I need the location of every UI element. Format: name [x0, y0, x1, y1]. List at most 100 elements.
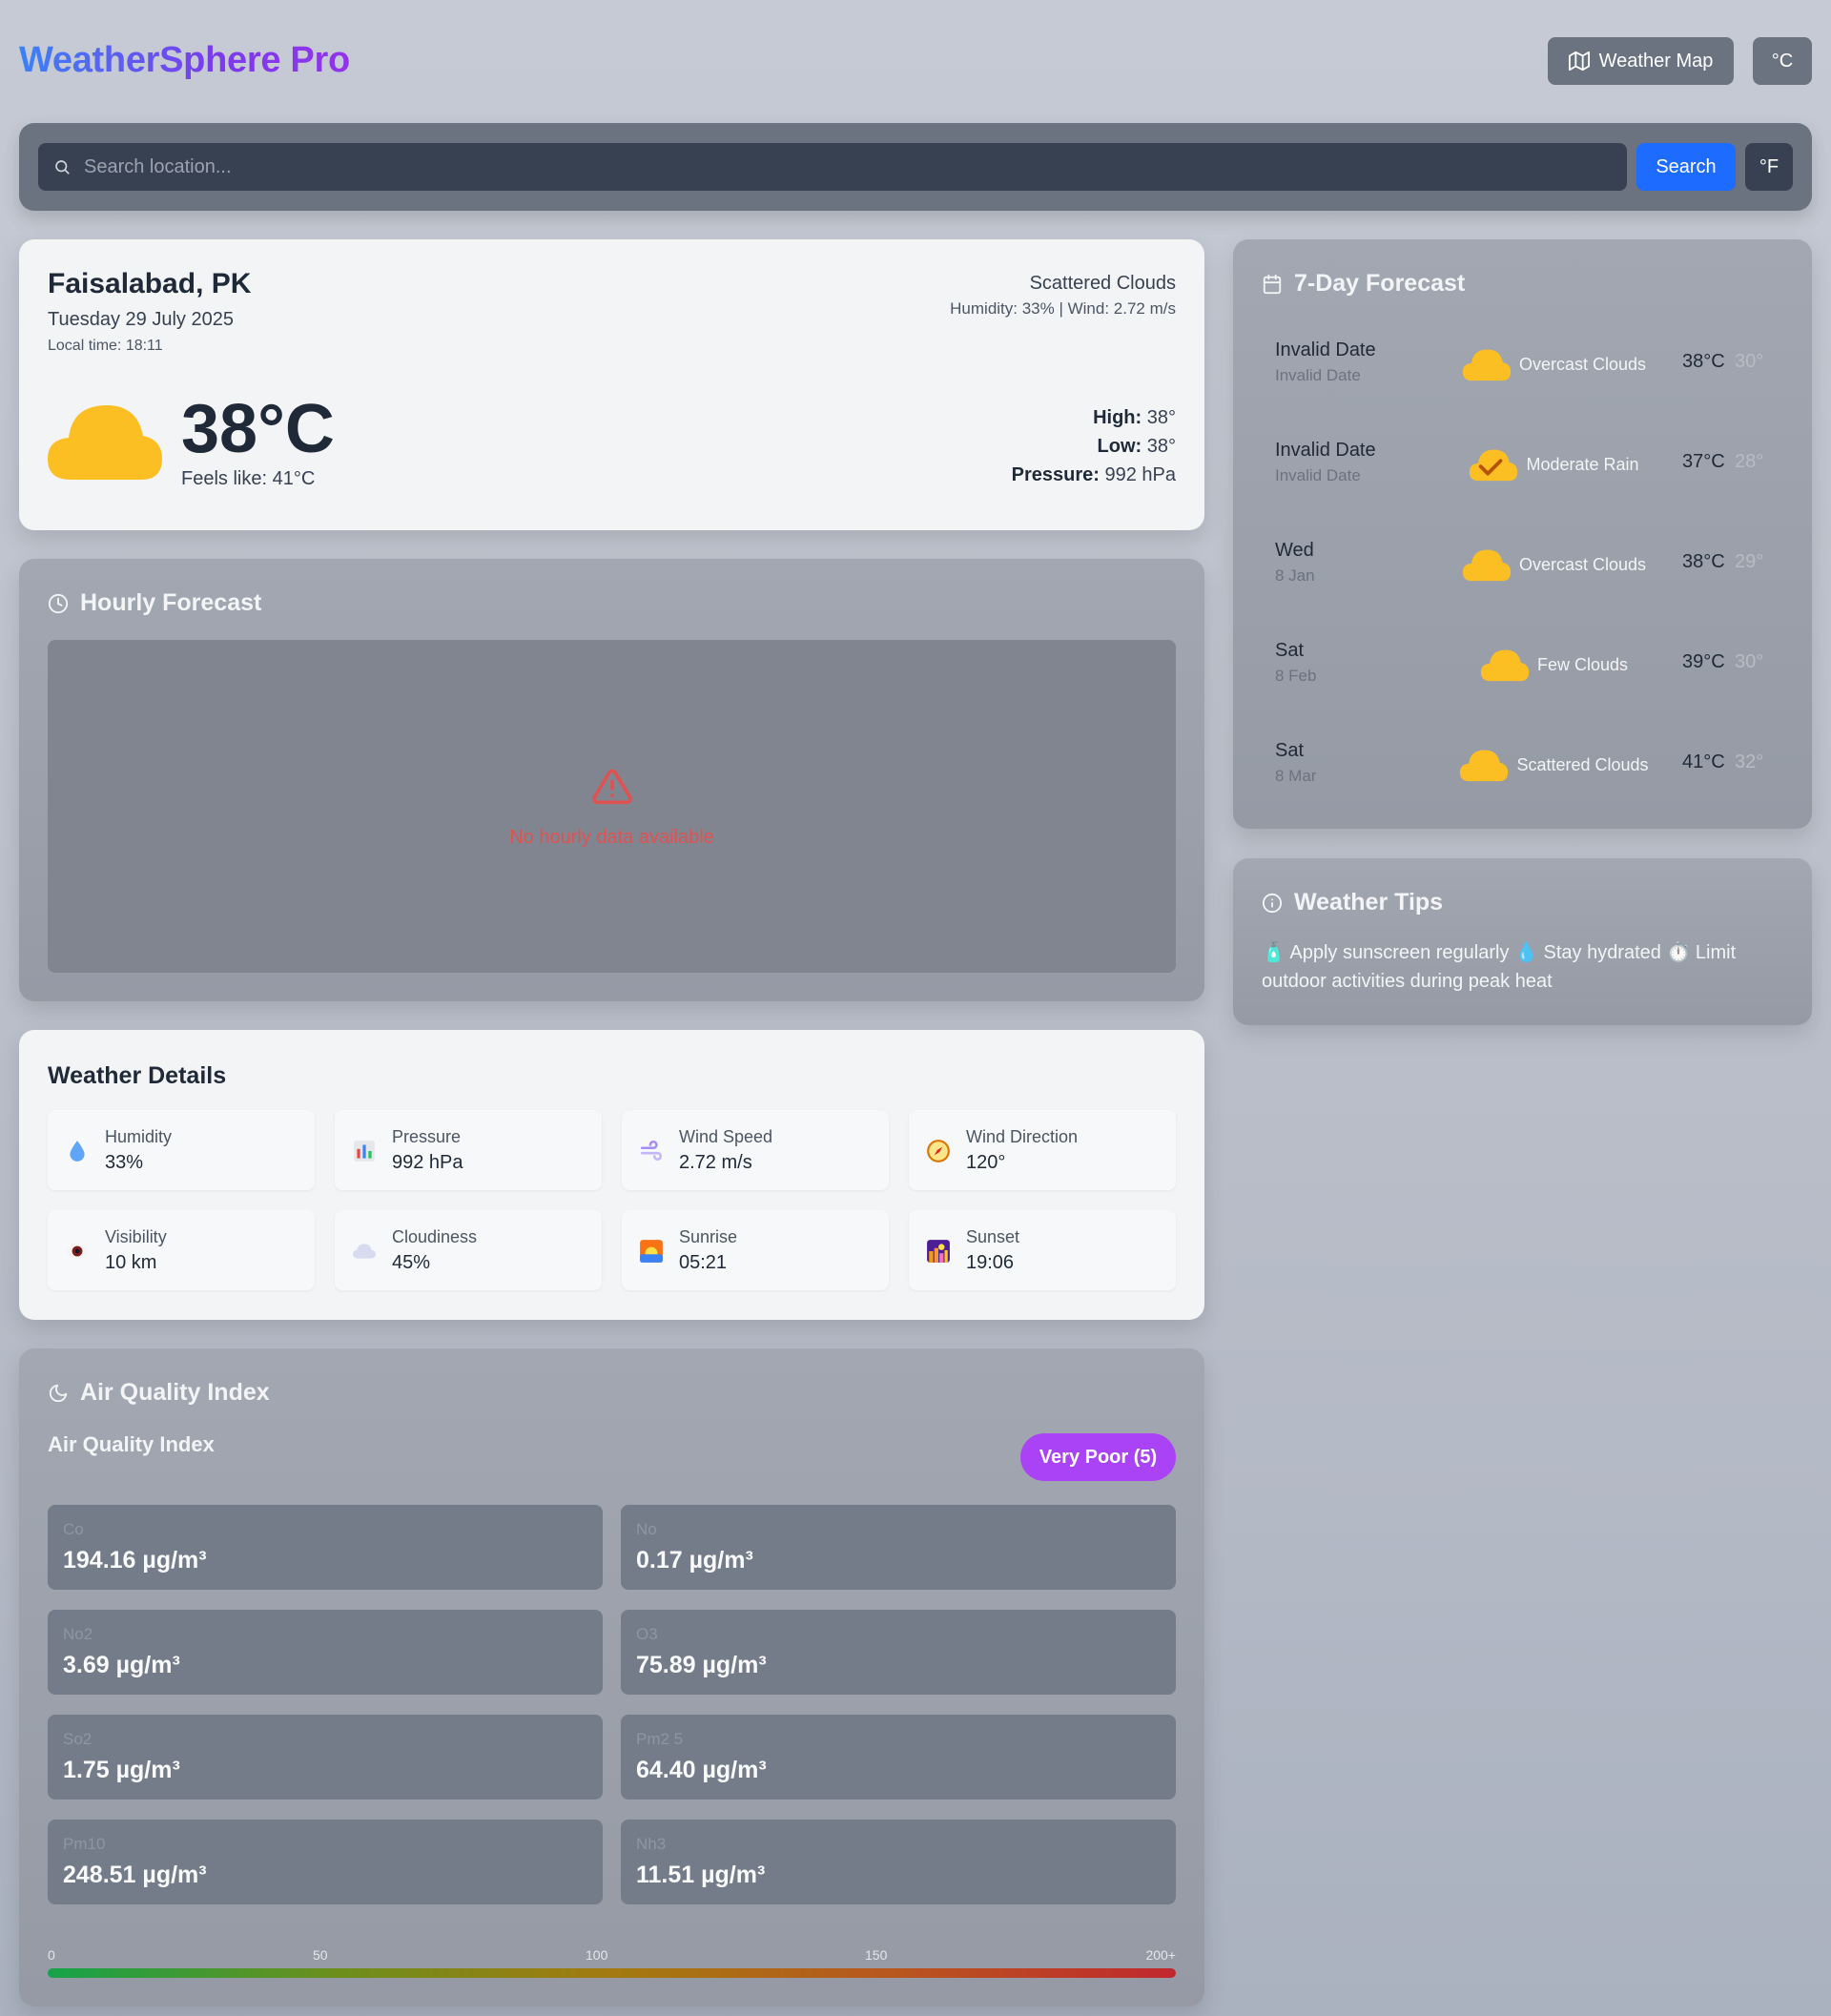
search-bar: Search location... Search °F [19, 123, 1812, 211]
cloud-icon [1460, 750, 1509, 782]
scale-label: 0 [48, 1947, 55, 1963]
forecast-day-date: 8 Mar [1275, 767, 1317, 785]
detail-value: 19:06 [966, 1252, 1015, 1273]
forecast-day-name: Invalid Date [1275, 339, 1376, 360]
forecast-day-name: Sat [1275, 640, 1305, 661]
forecast-day-date: 8 Feb [1275, 667, 1317, 685]
low-row: Low: 38° [1012, 432, 1176, 461]
weather-map-button[interactable]: Weather Map [1548, 37, 1734, 85]
eye-icon [67, 1244, 88, 1259]
unit-fahrenheit-button[interactable]: °F [1745, 143, 1793, 191]
forecast-condition: Overcast Clouds [1447, 347, 1661, 381]
pollutant-name: O3 [636, 1625, 658, 1643]
cloud-check-icon [1470, 449, 1518, 482]
pollutant-card: Pm2 5 64.40 µg/m³ [621, 1715, 1176, 1800]
aqi-scale-labels: 0 50 100 150 200+ [48, 1947, 1176, 1965]
low-value: 38° [1142, 436, 1176, 457]
compass-icon [927, 1140, 950, 1162]
forecast-low: 32° [1735, 751, 1764, 772]
forecast-day-name: Sat [1275, 740, 1305, 761]
high-low-pressure: High: 38° Low: 38° Pressure: 992 hPa [1012, 403, 1176, 489]
pollutant-card: Pm10 248.51 µg/m³ [48, 1820, 603, 1904]
pollutant-card: No 0.17 µg/m³ [621, 1505, 1176, 1590]
forecast-condition-label: Few Clouds [1536, 654, 1629, 674]
pollutant-name: No2 [63, 1625, 93, 1643]
detail-value: 33% [105, 1152, 144, 1173]
forecast-day-row: Invalid Date Invalid Date Moderate Rain … [1275, 436, 1771, 503]
detail-value: 2.72 m/s [679, 1152, 752, 1173]
weather-map-label: Weather Map [1598, 50, 1714, 72]
unit-celsius-button[interactable]: °C [1753, 37, 1812, 85]
pollutant-value: 1.75 µg/m³ [63, 1757, 180, 1783]
forecast-condition: Moderate Rain [1447, 447, 1661, 482]
hourly-forecast-card: Hourly Forecast No hourly data available [19, 559, 1204, 1001]
forecast-high: 38°C [1682, 551, 1725, 572]
seven-day-forecast-header: 7-Day Forecast [1262, 270, 1465, 298]
cloud-icon [353, 1244, 376, 1259]
forecast-condition: Overcast Clouds [1447, 547, 1661, 582]
detail-label: Pressure [392, 1127, 462, 1146]
info-icon [1262, 893, 1283, 913]
clock-icon [48, 593, 69, 613]
current-temperature: 38°C [181, 391, 335, 467]
weather-description: Scattered Clouds [1029, 273, 1176, 294]
aqi-scale-bar [48, 1968, 1176, 1978]
hourly-empty-state: No hourly data available [48, 640, 1176, 973]
pollutant-value: 0.17 µg/m³ [636, 1547, 753, 1574]
forecast-low: 30° [1735, 351, 1764, 372]
no-hourly-data-message: No hourly data available [509, 827, 714, 848]
pollutant-value: 64.40 µg/m³ [636, 1757, 767, 1783]
app-title: WeatherSphere Pro [19, 40, 350, 80]
search-input[interactable]: Search location... [38, 143, 1627, 191]
low-label: Low: [1097, 436, 1142, 457]
app-header: WeatherSphere Pro Weather Map °C [19, 34, 1812, 88]
forecast-day-row: Sat 8 Mar Scattered Clouds 41°C 32° [1275, 736, 1771, 803]
detail-label: Wind Speed [679, 1127, 773, 1146]
detail-label: Humidity [105, 1127, 173, 1146]
pollutant-card: So2 1.75 µg/m³ [48, 1715, 603, 1800]
forecast-high: 39°C [1682, 651, 1725, 672]
search-button[interactable]: Search [1636, 143, 1736, 191]
sunrise-icon [640, 1240, 663, 1263]
pollutant-name: Pm10 [63, 1835, 106, 1853]
droplet-icon [70, 1141, 85, 1162]
forecast-low: 29° [1735, 551, 1764, 572]
city-name: Faisalabad, PK [48, 268, 252, 299]
pollutant-name: So2 [63, 1730, 93, 1748]
seven-day-forecast-title: 7-Day Forecast [1294, 270, 1466, 297]
air-quality-header: Air Quality Index [48, 1379, 270, 1407]
detail-label: Cloudiness [392, 1227, 478, 1246]
sunset-icon [927, 1240, 950, 1263]
hourly-forecast-title: Hourly Forecast [80, 589, 262, 616]
forecast-low: 28° [1735, 451, 1764, 472]
pollutant-name: Pm2 5 [636, 1730, 684, 1748]
detail-humidity: Humidity 33% [48, 1110, 315, 1190]
forecast-condition-label: Overcast Clouds [1518, 354, 1647, 374]
humidity-wind-summary: Humidity: 33% | Wind: 2.72 m/s [950, 299, 1176, 318]
forecast-day-row: Wed 8 Jan Overcast Clouds 38°C 29° [1275, 536, 1771, 603]
pollutant-value: 248.51 µg/m³ [63, 1862, 207, 1888]
forecast-day-row: Sat 8 Feb Few Clouds 39°C 30° [1275, 636, 1771, 703]
weather-tips-title: Weather Tips [1294, 889, 1444, 915]
detail-label: Sunrise [679, 1227, 738, 1246]
moon-icon [49, 1384, 68, 1402]
scale-label: 200+ [1145, 1947, 1176, 1963]
wind-icon [640, 1140, 663, 1161]
current-date: Tuesday 29 July 2025 [48, 309, 234, 330]
seven-day-forecast-card: 7-Day Forecast Invalid Date Invalid Date… [1233, 239, 1812, 829]
detail-wind-direction: Wind Direction 120° [909, 1110, 1176, 1190]
search-placeholder: Search location... [84, 155, 232, 177]
weather-tips-header: Weather Tips [1262, 889, 1443, 916]
pollutant-card: Co 194.16 µg/m³ [48, 1505, 603, 1590]
forecast-condition: Few Clouds [1447, 648, 1661, 682]
current-weather-card: Faisalabad, PK Tuesday 29 July 2025 Loca… [19, 239, 1204, 530]
forecast-condition: Scattered Clouds [1447, 748, 1661, 782]
forecast-day-date: 8 Jan [1275, 566, 1315, 585]
forecast-day-row: Invalid Date Invalid Date Overcast Cloud… [1275, 336, 1771, 402]
pollutant-card: Nh3 11.51 µg/m³ [621, 1820, 1176, 1904]
detail-sunrise: Sunrise 05:21 [622, 1210, 889, 1290]
air-quality-title: Air Quality Index [80, 1379, 270, 1406]
forecast-low: 30° [1735, 651, 1764, 672]
detail-visibility: Visibility 10 km [48, 1210, 315, 1290]
warning-icon [592, 769, 632, 805]
